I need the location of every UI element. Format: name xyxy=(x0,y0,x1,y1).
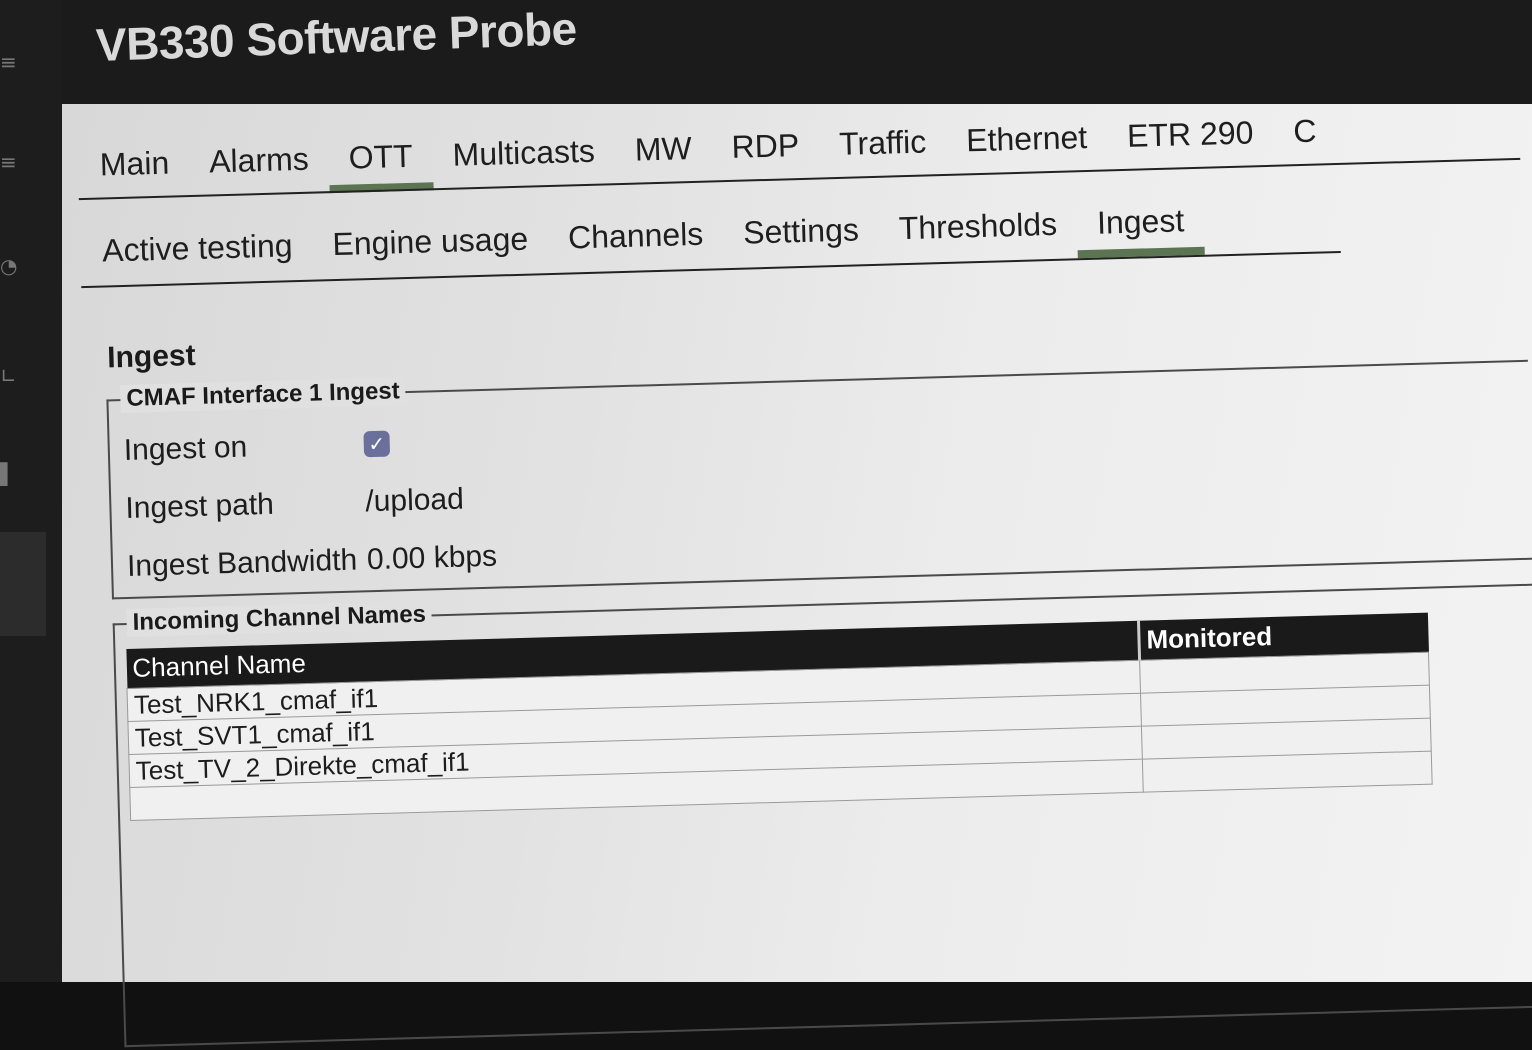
tab-mw[interactable]: MW xyxy=(614,129,712,181)
main-tabs: Main Alarms OTT Multicasts MW RDP Traffi… xyxy=(79,95,1532,196)
ingest-bandwidth-value: 0.00 kbps xyxy=(366,539,498,577)
tab-engine-usage[interactable]: Engine usage xyxy=(312,220,549,276)
tab-settings[interactable]: Settings xyxy=(723,211,880,264)
ingest-bandwidth-row: Ingest Bandwidth 0.00 kbps xyxy=(127,537,498,587)
cmaf-ingest-group: CMAF Interface 1 Ingest Ingest on ✓ Inge… xyxy=(106,359,1532,600)
tab-multicasts[interactable]: Multicasts xyxy=(432,132,616,186)
tab-ethernet[interactable]: Ethernet xyxy=(946,118,1108,171)
screen: ≡ ≡ ◔ ∟ ▌ VB330 Software Probe Main Alar… xyxy=(0,0,1532,1048)
ingest-on-label: Ingest on xyxy=(123,430,248,467)
cmaf-ingest-legend: CMAF Interface 1 Ingest xyxy=(120,377,407,414)
tab-channels[interactable]: Channels xyxy=(548,215,725,269)
tab-main[interactable]: Main xyxy=(79,144,190,196)
ingest-on-row: Ingest on ✓ xyxy=(123,424,391,471)
tab-active-testing[interactable]: Active testing xyxy=(82,227,314,282)
tab-ingest[interactable]: Ingest xyxy=(1077,202,1205,255)
check-icon: ✓ xyxy=(368,431,386,457)
tab-thresholds[interactable]: Thresholds xyxy=(878,205,1078,260)
tab-more[interactable]: C xyxy=(1273,112,1337,163)
content-area: Main Alarms OTT Multicasts MW RDP Traffi… xyxy=(0,0,1532,1048)
tab-alarms[interactable]: Alarms xyxy=(189,140,330,193)
monitored-cell[interactable] xyxy=(1142,751,1433,793)
tab-rdp[interactable]: RDP xyxy=(711,126,820,178)
tab-etr-290[interactable]: ETR 290 xyxy=(1107,114,1275,168)
channels-table: Channel Name Monitored Test_NRK1_cmaf_if… xyxy=(125,612,1433,821)
ingest-path-value: /upload xyxy=(364,482,465,519)
page-title: Ingest xyxy=(106,338,197,375)
ingest-path-label: Ingest path xyxy=(124,487,275,525)
ingest-path-row: Ingest path /upload xyxy=(125,480,464,529)
tab-ott[interactable]: OTT xyxy=(328,137,433,189)
incoming-channels-group: Incoming Channel Names Channel Name Moni… xyxy=(112,583,1532,1048)
incoming-channels-legend: Incoming Channel Names xyxy=(126,600,433,637)
ingest-bandwidth-label: Ingest Bandwidth xyxy=(126,543,358,583)
ingest-on-checkbox[interactable]: ✓ xyxy=(363,430,391,458)
tab-traffic[interactable]: Traffic xyxy=(819,123,947,176)
